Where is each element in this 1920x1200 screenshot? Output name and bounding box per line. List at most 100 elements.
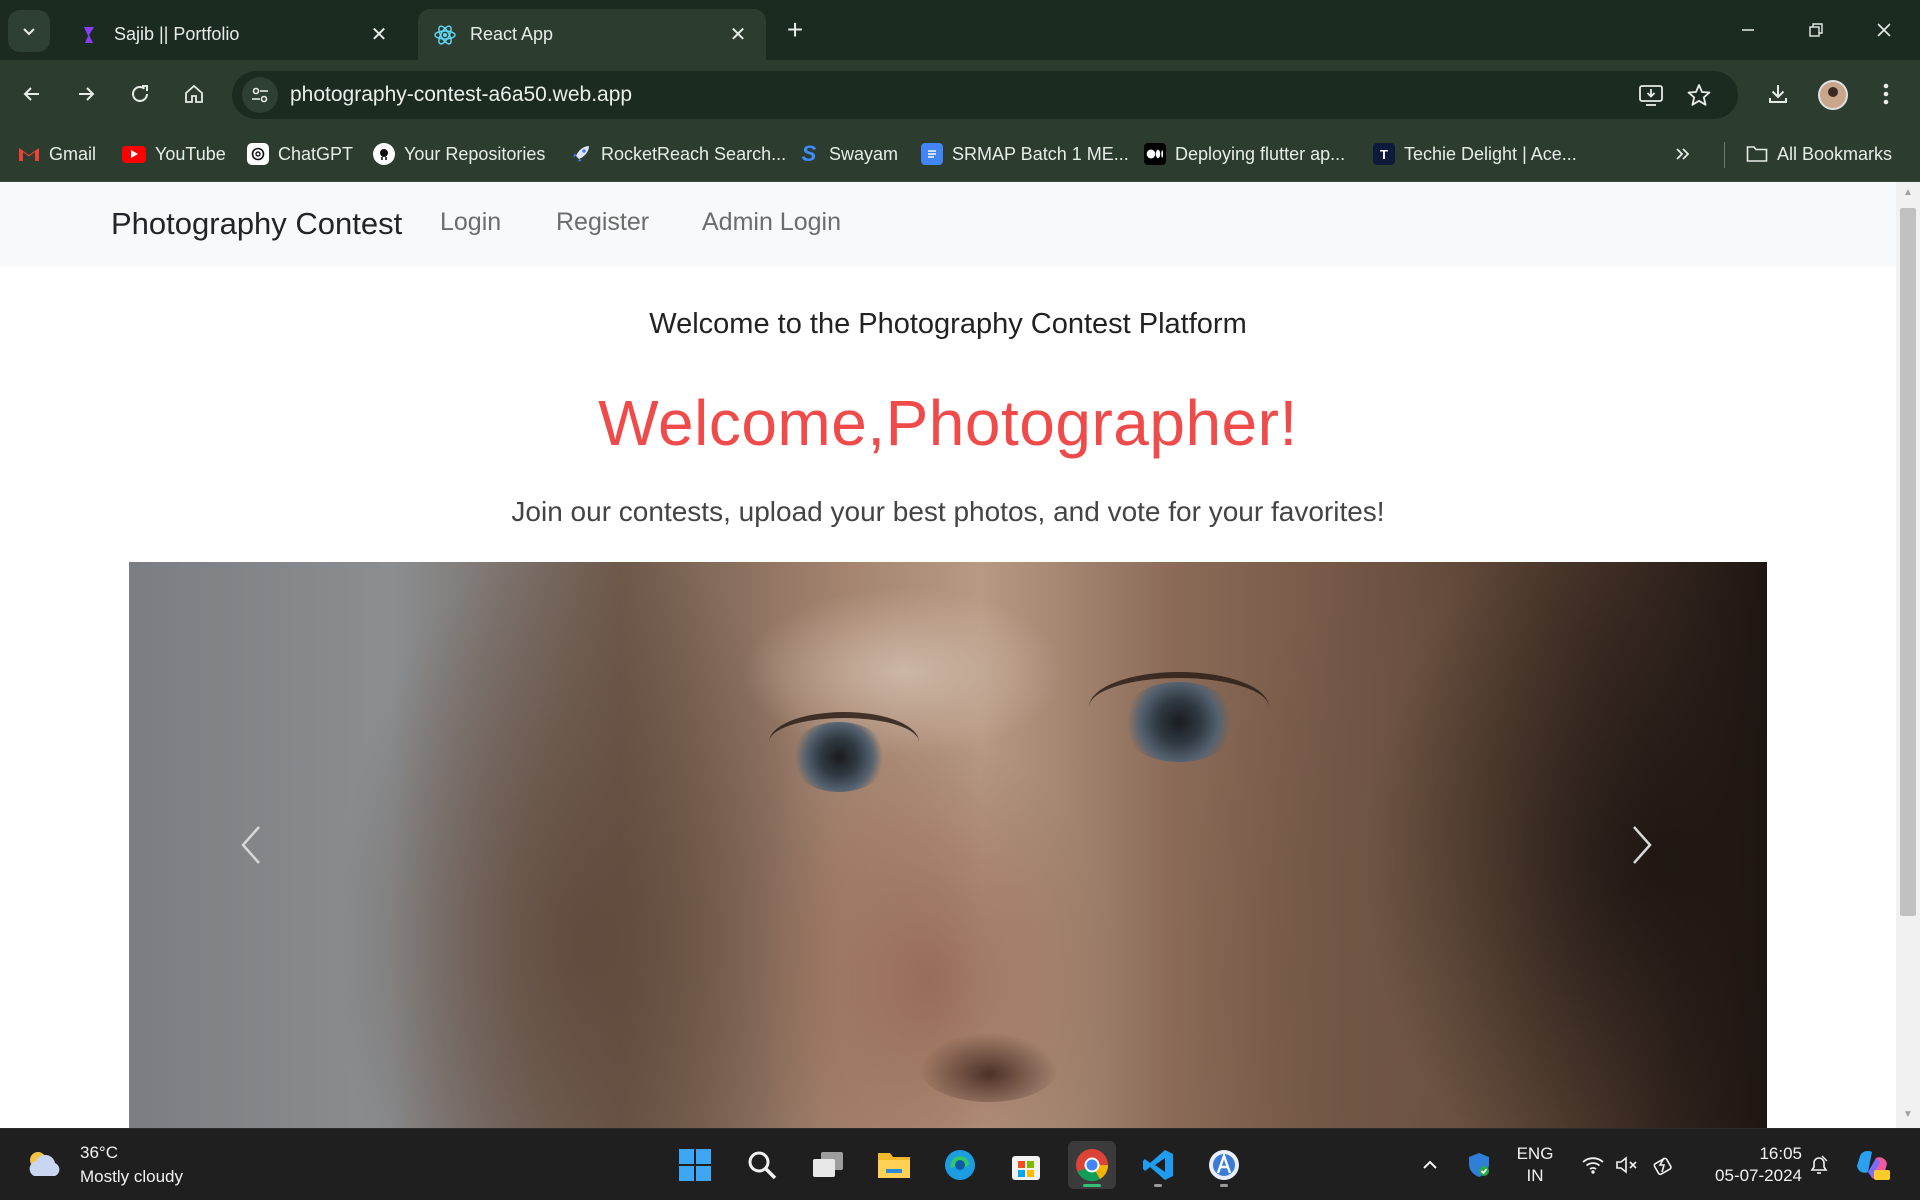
copilot-icon xyxy=(1857,1151,1890,1180)
scroll-up-arrow-icon[interactable]: ▲ xyxy=(1901,186,1915,200)
forward-button[interactable] xyxy=(66,74,106,114)
home-button[interactable] xyxy=(174,74,214,114)
vscode-button[interactable] xyxy=(1134,1141,1182,1189)
chrome-button[interactable] xyxy=(1068,1141,1116,1189)
file-explorer-button[interactable] xyxy=(870,1141,918,1189)
folder-icon xyxy=(1746,143,1768,165)
browser-toolbar: photography-contest-a6a50.web.app xyxy=(0,60,1920,128)
photo-carousel[interactable] xyxy=(129,562,1767,1128)
bookmark-medium[interactable]: Deploying flutter ap... xyxy=(1144,138,1345,170)
tab-react-app[interactable]: React App ✕ xyxy=(418,9,766,60)
all-bookmarks-button[interactable]: All Bookmarks xyxy=(1746,138,1892,170)
portfolio-favicon-icon xyxy=(78,24,100,46)
bookmark-srmap[interactable]: SRMAP Batch 1 ME... xyxy=(921,138,1129,170)
battery-tray-button[interactable] xyxy=(1648,1141,1678,1189)
running-indicator xyxy=(1154,1184,1162,1187)
volume-muted-icon xyxy=(1616,1156,1637,1174)
docs-icon xyxy=(921,143,943,165)
task-view-button[interactable] xyxy=(804,1141,852,1189)
carousel-next-button[interactable] xyxy=(1607,562,1677,1128)
region-code: IN xyxy=(1526,1166,1544,1185)
gmail-icon xyxy=(18,143,40,165)
bookmark-label: Your Repositories xyxy=(404,143,546,164)
downloads-button[interactable] xyxy=(1758,74,1798,114)
nav-admin-login-link[interactable]: Admin Login xyxy=(702,208,841,237)
start-button[interactable] xyxy=(671,1141,719,1189)
volume-tray-button[interactable] xyxy=(1612,1141,1642,1189)
rocket-icon xyxy=(570,143,592,165)
taskbar-search-button[interactable] xyxy=(738,1141,786,1189)
taskbar-clock[interactable]: 16:05 05-07-2024 xyxy=(1692,1143,1802,1187)
bookmark-star-button[interactable] xyxy=(1684,80,1714,110)
bookmark-chatgpt[interactable]: ChatGPT xyxy=(247,138,353,170)
weather-temperature: 36°C xyxy=(80,1143,118,1162)
edge-icon xyxy=(945,1150,975,1180)
bookmark-swayam[interactable]: S Swayam xyxy=(798,138,898,170)
nav-login-link[interactable]: Login xyxy=(440,208,501,237)
copilot-button[interactable] xyxy=(1852,1141,1892,1189)
close-icon xyxy=(1877,23,1891,37)
browser-menu-button[interactable] xyxy=(1866,74,1906,114)
scroll-down-arrow-icon[interactable]: ▼ xyxy=(1901,1108,1915,1122)
star-icon xyxy=(1687,84,1711,106)
install-app-button[interactable] xyxy=(1636,80,1666,110)
tab-close-icon[interactable]: ✕ xyxy=(367,23,391,47)
android-studio-button[interactable] xyxy=(1200,1141,1248,1189)
bookmark-rocketreach[interactable]: RocketReach Search... xyxy=(570,138,786,170)
carousel-prev-button[interactable] xyxy=(216,562,286,1128)
notification-icon xyxy=(1810,1155,1828,1174)
chrome-icon xyxy=(1076,1149,1109,1182)
photo-detail xyxy=(1119,682,1239,762)
edge-button[interactable] xyxy=(936,1141,984,1189)
tab-close-icon[interactable]: ✕ xyxy=(726,23,750,47)
more-bookmarks-button[interactable] xyxy=(1674,138,1692,170)
wifi-tray-button[interactable] xyxy=(1578,1141,1608,1189)
weather-widget[interactable]: 36°C Mostly cloudy xyxy=(24,1141,183,1189)
install-icon xyxy=(1639,85,1663,106)
page-scrollbar[interactable]: ▲ ▼ xyxy=(1896,182,1920,1128)
tab-search-button[interactable] xyxy=(8,10,50,52)
language-indicator[interactable]: ENG IN xyxy=(1510,1143,1560,1187)
nav-register-link[interactable]: Register xyxy=(556,208,649,237)
bookmark-label: Swayam xyxy=(829,143,899,164)
weather-condition: Mostly cloudy xyxy=(80,1167,183,1186)
notifications-button[interactable] xyxy=(1804,1141,1834,1189)
bookmark-github[interactable]: Your Repositories xyxy=(373,138,545,170)
bookmark-youtube[interactable]: YouTube xyxy=(122,138,226,170)
minimize-button[interactable] xyxy=(1718,8,1778,52)
chevron-double-right-icon xyxy=(1676,148,1690,160)
tab-portfolio[interactable]: Sajib || Portfolio ✕ xyxy=(62,9,407,60)
site-brand[interactable]: Photography Contest xyxy=(111,206,402,242)
store-icon xyxy=(1012,1156,1040,1180)
bookmark-label: SRMAP Batch 1 ME... xyxy=(952,143,1129,164)
bookmark-label: ChatGPT xyxy=(278,143,354,164)
microsoft-store-button[interactable] xyxy=(1002,1141,1050,1189)
chevron-down-icon xyxy=(23,28,35,36)
cloudy-weather-icon xyxy=(29,1152,60,1176)
site-navbar: Photography Contest Login Register Admin… xyxy=(0,182,1896,266)
security-tray-button[interactable] xyxy=(1464,1141,1494,1189)
bookmark-label: RocketReach Search... xyxy=(601,143,787,164)
bookmark-gmail[interactable]: Gmail xyxy=(18,138,96,170)
all-bookmarks-label: All Bookmarks xyxy=(1777,143,1893,164)
bookmark-label: YouTube xyxy=(155,143,226,164)
back-button[interactable] xyxy=(12,74,52,114)
bookmark-techie-delight[interactable]: T Techie Delight | Ace... xyxy=(1373,138,1577,170)
url-text[interactable]: photography-contest-a6a50.web.app xyxy=(290,83,632,107)
running-indicator xyxy=(1220,1184,1228,1187)
clock-time: 16:05 xyxy=(1759,1144,1802,1163)
more-vertical-icon xyxy=(1883,83,1889,105)
bookmark-label: Gmail xyxy=(49,143,97,164)
show-hidden-icons-button[interactable] xyxy=(1416,1141,1444,1189)
arrow-left-icon xyxy=(23,87,39,101)
profile-avatar[interactable] xyxy=(1818,80,1848,110)
restore-button[interactable] xyxy=(1786,8,1846,52)
swayam-icon: S xyxy=(801,141,817,166)
new-tab-button[interactable]: + xyxy=(778,14,812,48)
bookmarks-divider xyxy=(1724,142,1725,168)
address-bar[interactable]: photography-contest-a6a50.web.app xyxy=(232,71,1738,119)
scrollbar-thumb[interactable] xyxy=(1900,208,1916,916)
reload-button[interactable] xyxy=(120,74,160,114)
close-window-button[interactable] xyxy=(1854,8,1914,52)
site-info-button[interactable] xyxy=(242,77,278,113)
